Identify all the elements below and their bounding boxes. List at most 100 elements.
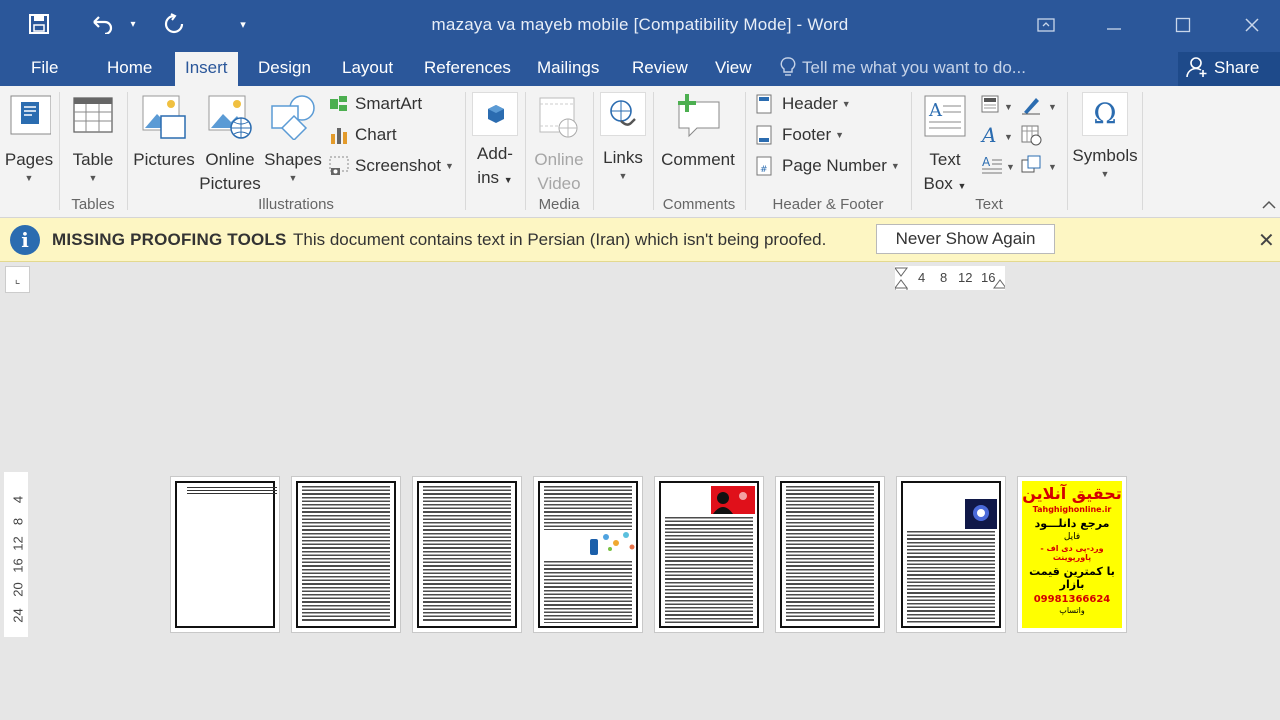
share-button[interactable]: Share: [1178, 52, 1280, 86]
tab-references[interactable]: References: [414, 52, 521, 86]
pictures-button[interactable]: Pictures: [131, 94, 197, 172]
footer-label: Footer: [782, 125, 832, 144]
page-thumbnail[interactable]: [291, 476, 401, 633]
store-icon: [472, 92, 518, 136]
tab-selector-icon[interactable]: ⌞: [5, 266, 30, 293]
pages-label: Pages: [4, 150, 54, 169]
minimize-icon[interactable]: [1094, 8, 1134, 42]
page-thumbnail[interactable]: [775, 476, 885, 633]
mobile-apps-illustration: [586, 529, 638, 559]
wordart-icon[interactable]: A ▼: [980, 123, 1022, 147]
tab-view[interactable]: View: [705, 52, 762, 86]
online-pictures-icon: [207, 94, 253, 140]
online-video-button[interactable]: Online Video: [530, 94, 588, 196]
video-icon: [536, 94, 582, 140]
comment-button[interactable]: Comment: [656, 92, 740, 172]
tell-me-search[interactable]: Tell me what you want to do...: [780, 52, 1026, 86]
tell-me-text: Tell me what you want to do...: [802, 58, 1026, 77]
tab-mailings[interactable]: Mailings: [527, 52, 609, 86]
ruler-tick: 4: [918, 270, 926, 285]
online-pictures-button[interactable]: Online Pictures: [199, 94, 261, 196]
ruler-tick: 16: [10, 558, 26, 573]
ad-line-3: مرجع دانلـــود: [1034, 517, 1110, 530]
message-bar: i MISSING PROOFING TOOLS This document c…: [0, 218, 1280, 262]
symbols-button[interactable]: Ω Symbols ▼: [1070, 92, 1140, 180]
online-pictures-label-2: Pictures: [199, 174, 261, 193]
ad-page-thumbnail[interactable]: تحقیق آنلاین Tahghighonline.ir مرجع دانل…: [1017, 476, 1127, 633]
page-border: [659, 481, 759, 628]
smartart-icon: [329, 94, 349, 114]
title-bar: ▾ ▾ mazaya va mayeb mobile [Compatibilit…: [0, 0, 1280, 52]
date-time-icon[interactable]: [1020, 124, 1062, 146]
tab-design[interactable]: Design: [248, 52, 321, 86]
quick-parts-icon[interactable]: ▼: [980, 94, 1022, 116]
chevron-down-icon: ▼: [288, 173, 298, 183]
add-ins-label-2: ins ▼: [477, 168, 513, 187]
tab-insert[interactable]: Insert: [175, 52, 238, 86]
blue-image: [965, 499, 997, 529]
page-border: [417, 481, 517, 628]
pages-button[interactable]: Pages ▼: [4, 94, 54, 184]
text-box-icon: A: [923, 94, 967, 138]
svg-text:▼: ▼: [1006, 162, 1015, 172]
page-thumbnail[interactable]: [896, 476, 1006, 633]
svg-text:#: #: [760, 165, 768, 175]
never-show-again-button[interactable]: Never Show Again: [876, 224, 1055, 254]
tab-home[interactable]: Home: [97, 52, 162, 86]
footer-icon: [756, 125, 776, 145]
group-label-media: Media: [538, 196, 580, 213]
chevron-down-icon: ▼: [841, 99, 851, 109]
ad-banner: تحقیق آنلاین Tahghighonline.ir مرجع دانل…: [1022, 481, 1122, 628]
ribbon-display-options-icon[interactable]: [1026, 8, 1066, 42]
svg-text:▼: ▼: [1048, 102, 1057, 112]
svg-text:A: A: [980, 124, 996, 146]
page-thumbnail[interactable]: [170, 476, 280, 633]
horizontal-ruler: 4 8 12 16: [895, 266, 1005, 290]
ruler-tick: 16: [981, 270, 996, 285]
maximize-icon[interactable]: [1163, 8, 1203, 42]
text-box-label-2: Box ▼: [923, 174, 967, 193]
screenshot-icon: [329, 156, 349, 176]
ad-line-6: با کمترین قیمت بازار: [1029, 565, 1115, 591]
tab-file[interactable]: File: [21, 52, 68, 86]
header-button[interactable]: Header ▼: [756, 90, 851, 118]
table-label: Table: [72, 150, 114, 169]
ad-website: Tahghighonline.ir: [1032, 505, 1112, 514]
signature-line-icon[interactable]: ▼: [1020, 94, 1062, 116]
chart-button[interactable]: Chart: [329, 121, 397, 149]
collapse-ribbon-icon[interactable]: [1262, 196, 1278, 212]
divider: [465, 92, 466, 210]
message-title: MISSING PROOFING TOOLS: [52, 230, 287, 249]
screenshot-button[interactable]: Screenshot ▼: [329, 152, 454, 180]
ruler-tick: 12: [958, 270, 973, 285]
object-icon[interactable]: ▼: [1020, 154, 1062, 176]
chart-icon: [329, 125, 349, 145]
page-number-button[interactable]: # Page Number ▼: [756, 152, 900, 180]
tab-layout[interactable]: Layout: [332, 52, 403, 86]
text-box-button[interactable]: A Text Box ▼: [918, 94, 972, 198]
tab-review[interactable]: Review: [622, 52, 698, 86]
divider: [127, 92, 128, 210]
footer-button[interactable]: Footer ▼: [756, 121, 844, 149]
page-thumbnail[interactable]: [654, 476, 764, 633]
add-ins-button[interactable]: Add- ins ▼: [470, 92, 520, 192]
ruler-tick: 24: [10, 608, 26, 623]
drop-cap-icon[interactable]: A ▼: [980, 154, 1022, 176]
page-thumbnail[interactable]: [533, 476, 643, 633]
smartart-button[interactable]: SmartArt: [329, 90, 422, 118]
chevron-down-icon: ▼: [88, 173, 98, 183]
svg-text:A: A: [982, 155, 991, 169]
shapes-button[interactable]: Shapes ▼: [263, 94, 323, 184]
ad-phone: 09981366624: [1033, 594, 1111, 605]
ad-line-4: فایل: [1063, 532, 1081, 542]
ad-line-8: واتساپ: [1059, 606, 1085, 615]
page-number-icon: #: [756, 156, 776, 176]
links-button[interactable]: Links ▼: [598, 92, 648, 182]
divider: [59, 92, 60, 210]
close-icon[interactable]: [1232, 8, 1272, 42]
person-icon: [1186, 52, 1214, 84]
close-message-icon[interactable]: ✕: [1258, 228, 1275, 253]
page-number-label: Page Number: [782, 156, 887, 175]
table-button[interactable]: Table ▼: [67, 94, 119, 184]
page-thumbnail[interactable]: [412, 476, 522, 633]
